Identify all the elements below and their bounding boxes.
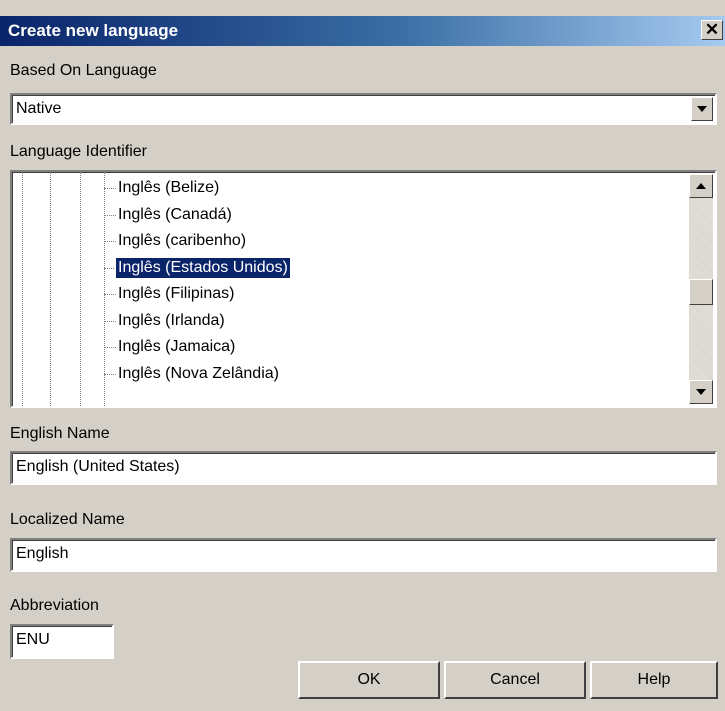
localized-name-value: English xyxy=(16,545,69,562)
tree-item-label: Inglês (Filipinas) xyxy=(118,285,235,302)
title-bar[interactable]: Create new language ✕ xyxy=(0,16,725,46)
scroll-down-button[interactable] xyxy=(689,380,713,404)
tree-connector xyxy=(104,347,116,348)
tree-item[interactable]: Inglês (Belize) xyxy=(80,176,340,202)
based-on-language-label: Based On Language xyxy=(10,62,157,79)
english-name-label: English Name xyxy=(10,425,110,442)
tree-connector xyxy=(104,373,116,375)
tree-item[interactable]: Inglês (Jamaica) xyxy=(80,335,340,361)
tree-item-label: Inglês (Jamaica) xyxy=(118,338,236,355)
dialog-title: Create new language xyxy=(8,21,179,40)
tree-item-label: Inglês (Belize) xyxy=(118,179,220,196)
language-identifier-tree[interactable]: Inglês (Belize) Inglês (Canadá) Inglês (ca… xyxy=(10,170,717,408)
tree-scrollbar[interactable] xyxy=(689,174,713,404)
abbreviation-value: ENU xyxy=(16,631,50,648)
create-language-dialog: Create new language ✕ Based On Language … xyxy=(0,0,725,711)
tree-connector xyxy=(104,294,116,295)
language-identifier-label: Language Identifier xyxy=(10,143,147,160)
localized-name-field[interactable]: English xyxy=(10,538,717,572)
arrow-up-icon xyxy=(696,183,706,189)
tree-item-label: Inglês (Irlanda) xyxy=(118,311,225,329)
tree-connector xyxy=(104,214,116,216)
tree-item[interactable]: Inglês (caribenho) xyxy=(80,229,340,255)
tree-item[interactable]: Inglês (Irlanda) xyxy=(80,309,340,335)
abbreviation-label: Abbreviation xyxy=(10,597,99,614)
tree-item-label: Inglês (caribenho) xyxy=(118,232,247,249)
abbreviation-field[interactable]: ENU xyxy=(10,624,114,659)
ok-button[interactable]: OK xyxy=(298,661,440,699)
based-on-language-dropdown[interactable]: Native xyxy=(10,93,717,125)
cancel-button[interactable]: Cancel xyxy=(444,661,586,699)
tree-connector xyxy=(104,188,116,189)
based-on-language-value: Native xyxy=(16,100,62,117)
arrow-down-icon xyxy=(696,389,706,395)
close-button[interactable]: ✕ xyxy=(701,20,723,40)
help-button[interactable]: Help xyxy=(590,661,718,699)
english-name-field[interactable]: English (United States) xyxy=(10,451,717,485)
tree-item[interactable]: Inglês (Canadá) xyxy=(80,203,340,229)
tree-guide-line xyxy=(50,172,51,406)
tree-item[interactable]: Inglês (Nova Zelândia) xyxy=(80,362,340,388)
tree-item[interactable]: Inglês (Estados Unidos) xyxy=(80,256,340,282)
tree-connector xyxy=(104,241,116,242)
tree-guide-line xyxy=(22,172,23,406)
scroll-up-button[interactable] xyxy=(689,174,713,198)
scroll-thumb[interactable] xyxy=(689,279,713,305)
tree-item-label: Inglês (Nova Zelândia) xyxy=(118,364,279,382)
tree-item-label: Inglês (Estados Unidos) xyxy=(115,256,291,279)
tree-connector xyxy=(104,267,116,269)
tree-connector xyxy=(104,320,116,322)
localized-name-label: Localized Name xyxy=(10,511,125,528)
tree-item[interactable]: Inglês (Filipinas) xyxy=(80,282,340,308)
tree-item-label: Inglês (Canadá) xyxy=(118,205,232,223)
dropdown-button[interactable] xyxy=(691,97,713,121)
close-icon: ✕ xyxy=(704,20,720,39)
chevron-down-icon xyxy=(697,106,707,112)
english-name-value: English (United States) xyxy=(16,458,180,475)
